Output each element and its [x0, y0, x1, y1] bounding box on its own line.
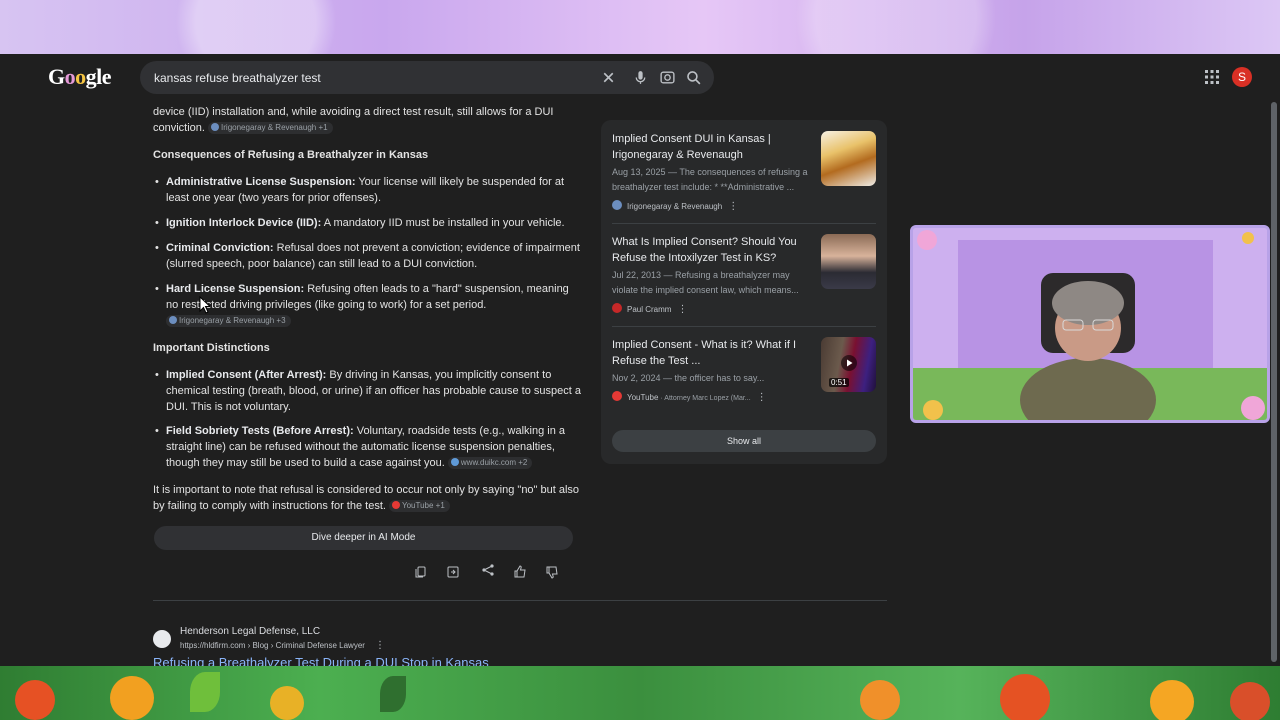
sources-panel: Implied Consent DUI in Kansas | Irigoneg…	[601, 120, 887, 464]
copy-icon[interactable]	[414, 565, 428, 579]
decorative-top-banner	[0, 0, 1280, 54]
show-all-button[interactable]: Show all	[612, 430, 876, 452]
source-snippet: Nov 2, 2024 — the officer has to say...	[612, 373, 765, 383]
google-doodle-logo[interactable]: Google	[48, 64, 114, 90]
more-options-icon[interactable]: ⋮	[728, 201, 738, 212]
webcam-image	[913, 228, 1267, 420]
site-name: Henderson Legal Defense, LLC	[180, 626, 321, 637]
distinctions-list: Implied Consent (After Arrest): By drivi…	[153, 367, 583, 471]
source-card[interactable]: Implied Consent DUI in Kansas | Irigoneg…	[612, 131, 876, 212]
citation-chip[interactable]: Irigonegaray & Revenaugh +3	[166, 315, 291, 328]
source-card[interactable]: Implied Consent - What is it? What if I …	[612, 337, 876, 403]
account-avatar[interactable]: S	[1232, 67, 1252, 87]
scrollbar-thumb[interactable]	[1271, 102, 1277, 662]
play-icon[interactable]	[841, 355, 857, 371]
closing-text: It is important to note that refusal is …	[153, 484, 580, 513]
search-input[interactable]	[154, 68, 594, 88]
site-favicon	[153, 630, 171, 648]
mouse-cursor-icon	[199, 296, 211, 314]
source-thumbnail	[821, 234, 876, 289]
list-item: Criminal Conviction: Refusal does not pr…	[153, 240, 583, 272]
citation-chip[interactable]: Irigonegaray & Revenaugh +1	[208, 122, 333, 135]
lens-camera-icon[interactable]	[659, 69, 676, 86]
source-card[interactable]: What Is Implied Consent? Should You Refu…	[612, 234, 876, 315]
source-title[interactable]: What Is Implied Consent? Should You Refu…	[612, 234, 817, 266]
source-title[interactable]: Implied Consent DUI in Kansas | Irigoneg…	[612, 131, 817, 163]
source-snippet: Aug 13, 2025 — The consequences of refus…	[612, 167, 808, 192]
consequences-heading: Consequences of Refusing a Breathalyzer …	[153, 149, 429, 161]
more-options-icon[interactable]: ⋮	[677, 304, 687, 315]
source-thumbnail	[821, 131, 876, 186]
webcam-overlay	[910, 225, 1270, 423]
thumbs-down-icon[interactable]	[545, 565, 559, 579]
site-url: https://hldfirm.com › Blog › Criminal De…	[180, 640, 385, 651]
citation-chip[interactable]: www.duikc.com +2	[447, 457, 533, 470]
list-item: Field Sobriety Tests (Before Arrest): Vo…	[153, 423, 583, 471]
intro-text: device (IID) installation and, while avo…	[153, 106, 554, 135]
more-options-icon[interactable]: ⋮	[757, 392, 767, 403]
more-options-icon[interactable]: ⋮	[375, 640, 385, 651]
consequences-list: Administrative License Suspension: Your …	[153, 174, 583, 329]
divider	[612, 223, 876, 224]
share-icon[interactable]	[481, 563, 495, 577]
search-icon[interactable]	[685, 69, 702, 86]
search-box[interactable]	[140, 61, 714, 94]
dive-deeper-button[interactable]: Dive deeper in AI Mode	[154, 526, 573, 550]
ai-overview: device (IID) installation and, while avo…	[153, 100, 583, 514]
distinctions-heading: Important Distinctions	[153, 342, 270, 354]
source-meta: YouTube · Attorney Marc Lopez (Mar... ⋮	[612, 391, 876, 403]
list-item: Ignition Interlock Device (IID): A manda…	[153, 215, 583, 231]
divider	[153, 600, 887, 601]
source-title[interactable]: Implied Consent - What is it? What if I …	[612, 337, 817, 369]
divider	[612, 326, 876, 327]
list-item: Hard License Suspension: Refusing often …	[153, 281, 583, 329]
source-snippet: Jul 22, 2013 — Refusing a breathalyzer m…	[612, 270, 799, 295]
citation-chip[interactable]: YouTube +1	[389, 500, 450, 513]
video-duration: 0:51	[829, 378, 849, 387]
video-thumbnail[interactable]: 0:51	[821, 337, 876, 392]
search-header: Google	[0, 54, 1280, 100]
list-item: Administrative License Suspension: Your …	[153, 174, 583, 206]
export-icon[interactable]	[446, 565, 460, 579]
thumbs-up-icon[interactable]	[513, 565, 527, 579]
source-meta: Irigonegaray & Revenaugh ⋮	[612, 200, 876, 212]
source-meta: Paul Cramm ⋮	[612, 303, 876, 315]
list-item: Implied Consent (After Arrest): By drivi…	[153, 367, 583, 415]
decorative-bottom-banner	[0, 666, 1280, 720]
microphone-icon[interactable]	[632, 69, 649, 86]
clear-icon[interactable]	[600, 69, 617, 86]
google-apps-icon[interactable]	[1204, 69, 1220, 85]
